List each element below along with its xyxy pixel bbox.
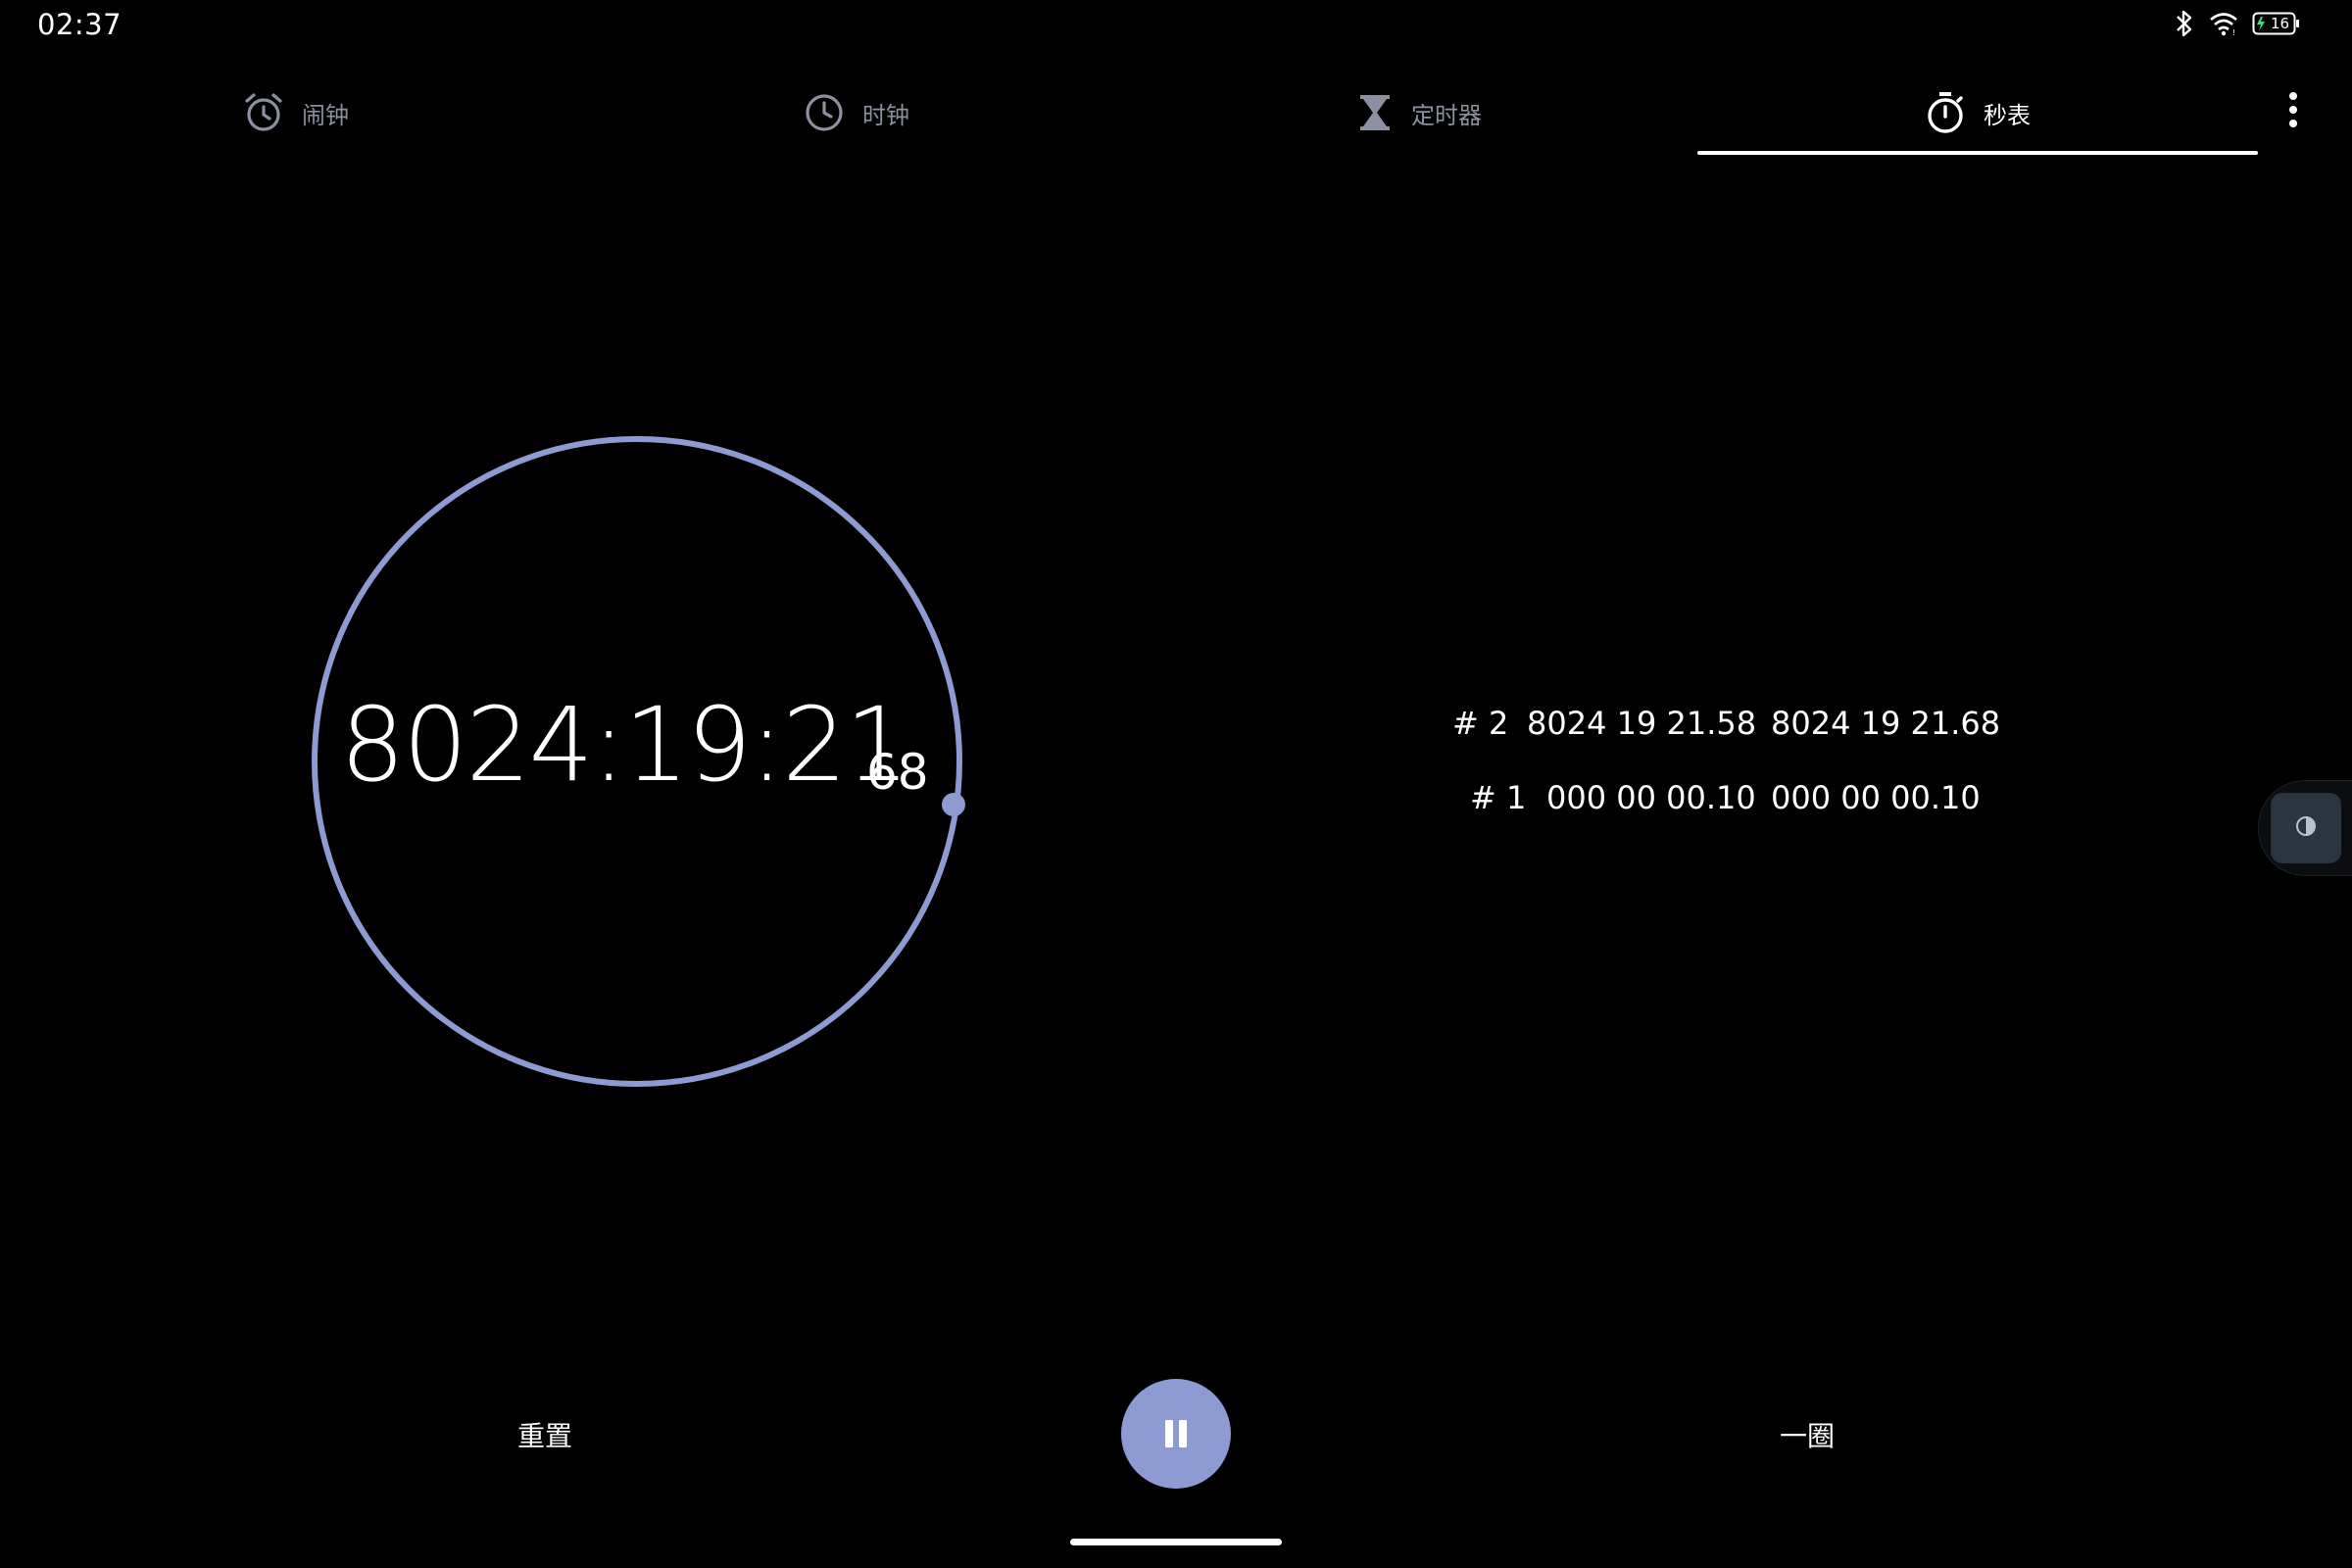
hourglass-icon: [1356, 93, 1394, 132]
reset-button[interactable]: 重置: [500, 1411, 590, 1458]
stopwatch-screen: 02:37 ! 16 闹钟 时钟 定时器 秒表 8024:19:21 68 # …: [0, 0, 2352, 1568]
status-icons: ! 16: [2174, 9, 2301, 38]
elapsed-time: 8024:19:21: [340, 685, 909, 805]
tab-stopwatch-label: 秒表: [1984, 101, 2031, 129]
tab-timer[interactable]: 定时器: [1356, 71, 1482, 155]
elapsed-hundredths: 68: [866, 744, 929, 801]
lap-time: 000 00 00.10: [1546, 779, 1756, 816]
bluetooth-icon: [2174, 9, 2195, 38]
svg-text:!: !: [2232, 28, 2235, 36]
tab-clock-label: 时钟: [862, 101, 909, 129]
stopwatch-icon: [1925, 91, 1966, 134]
active-tab-indicator: [1697, 151, 2258, 155]
more-dot: [2289, 92, 2297, 100]
side-panel-handle: [2258, 780, 2352, 876]
tab-bar: 闹钟 时钟 定时器 秒表: [0, 71, 2297, 155]
lap-number: # 2: [1452, 705, 1509, 742]
more-options-button[interactable]: [2276, 86, 2311, 133]
tab-timer-label: 定时器: [1411, 101, 1482, 129]
lap-time: 8024 19 21.58: [1527, 705, 1757, 742]
tab-alarm[interactable]: 闹钟: [243, 71, 349, 155]
more-dot: [2289, 106, 2297, 114]
battery-charging-icon: 16: [2252, 11, 2301, 36]
contrast-icon: [2294, 814, 2318, 842]
wifi-icon: !: [2209, 11, 2238, 36]
alarm-icon: [243, 92, 284, 133]
lap-button[interactable]: 一圈: [1762, 1411, 1852, 1458]
tab-stopwatch[interactable]: 秒表: [1925, 71, 2031, 155]
tab-clock[interactable]: 时钟: [804, 71, 909, 155]
more-dot: [2289, 120, 2297, 127]
lap-number: # 1: [1470, 779, 1527, 816]
dial-marker: [942, 793, 965, 816]
status-time: 02:37: [37, 8, 122, 41]
home-indicator[interactable]: [1070, 1539, 1282, 1545]
tab-alarm-label: 闹钟: [302, 101, 349, 129]
pause-icon: [1162, 1420, 1190, 1447]
pause-button[interactable]: [1121, 1379, 1231, 1489]
battery-level: 16: [2271, 15, 2290, 32]
lap-total-time: 000 00 00.10: [1771, 779, 1981, 816]
clock-icon: [804, 92, 845, 133]
lap-total-time: 8024 19 21.68: [1771, 705, 2001, 742]
contrast-toggle-button[interactable]: [2271, 793, 2341, 863]
